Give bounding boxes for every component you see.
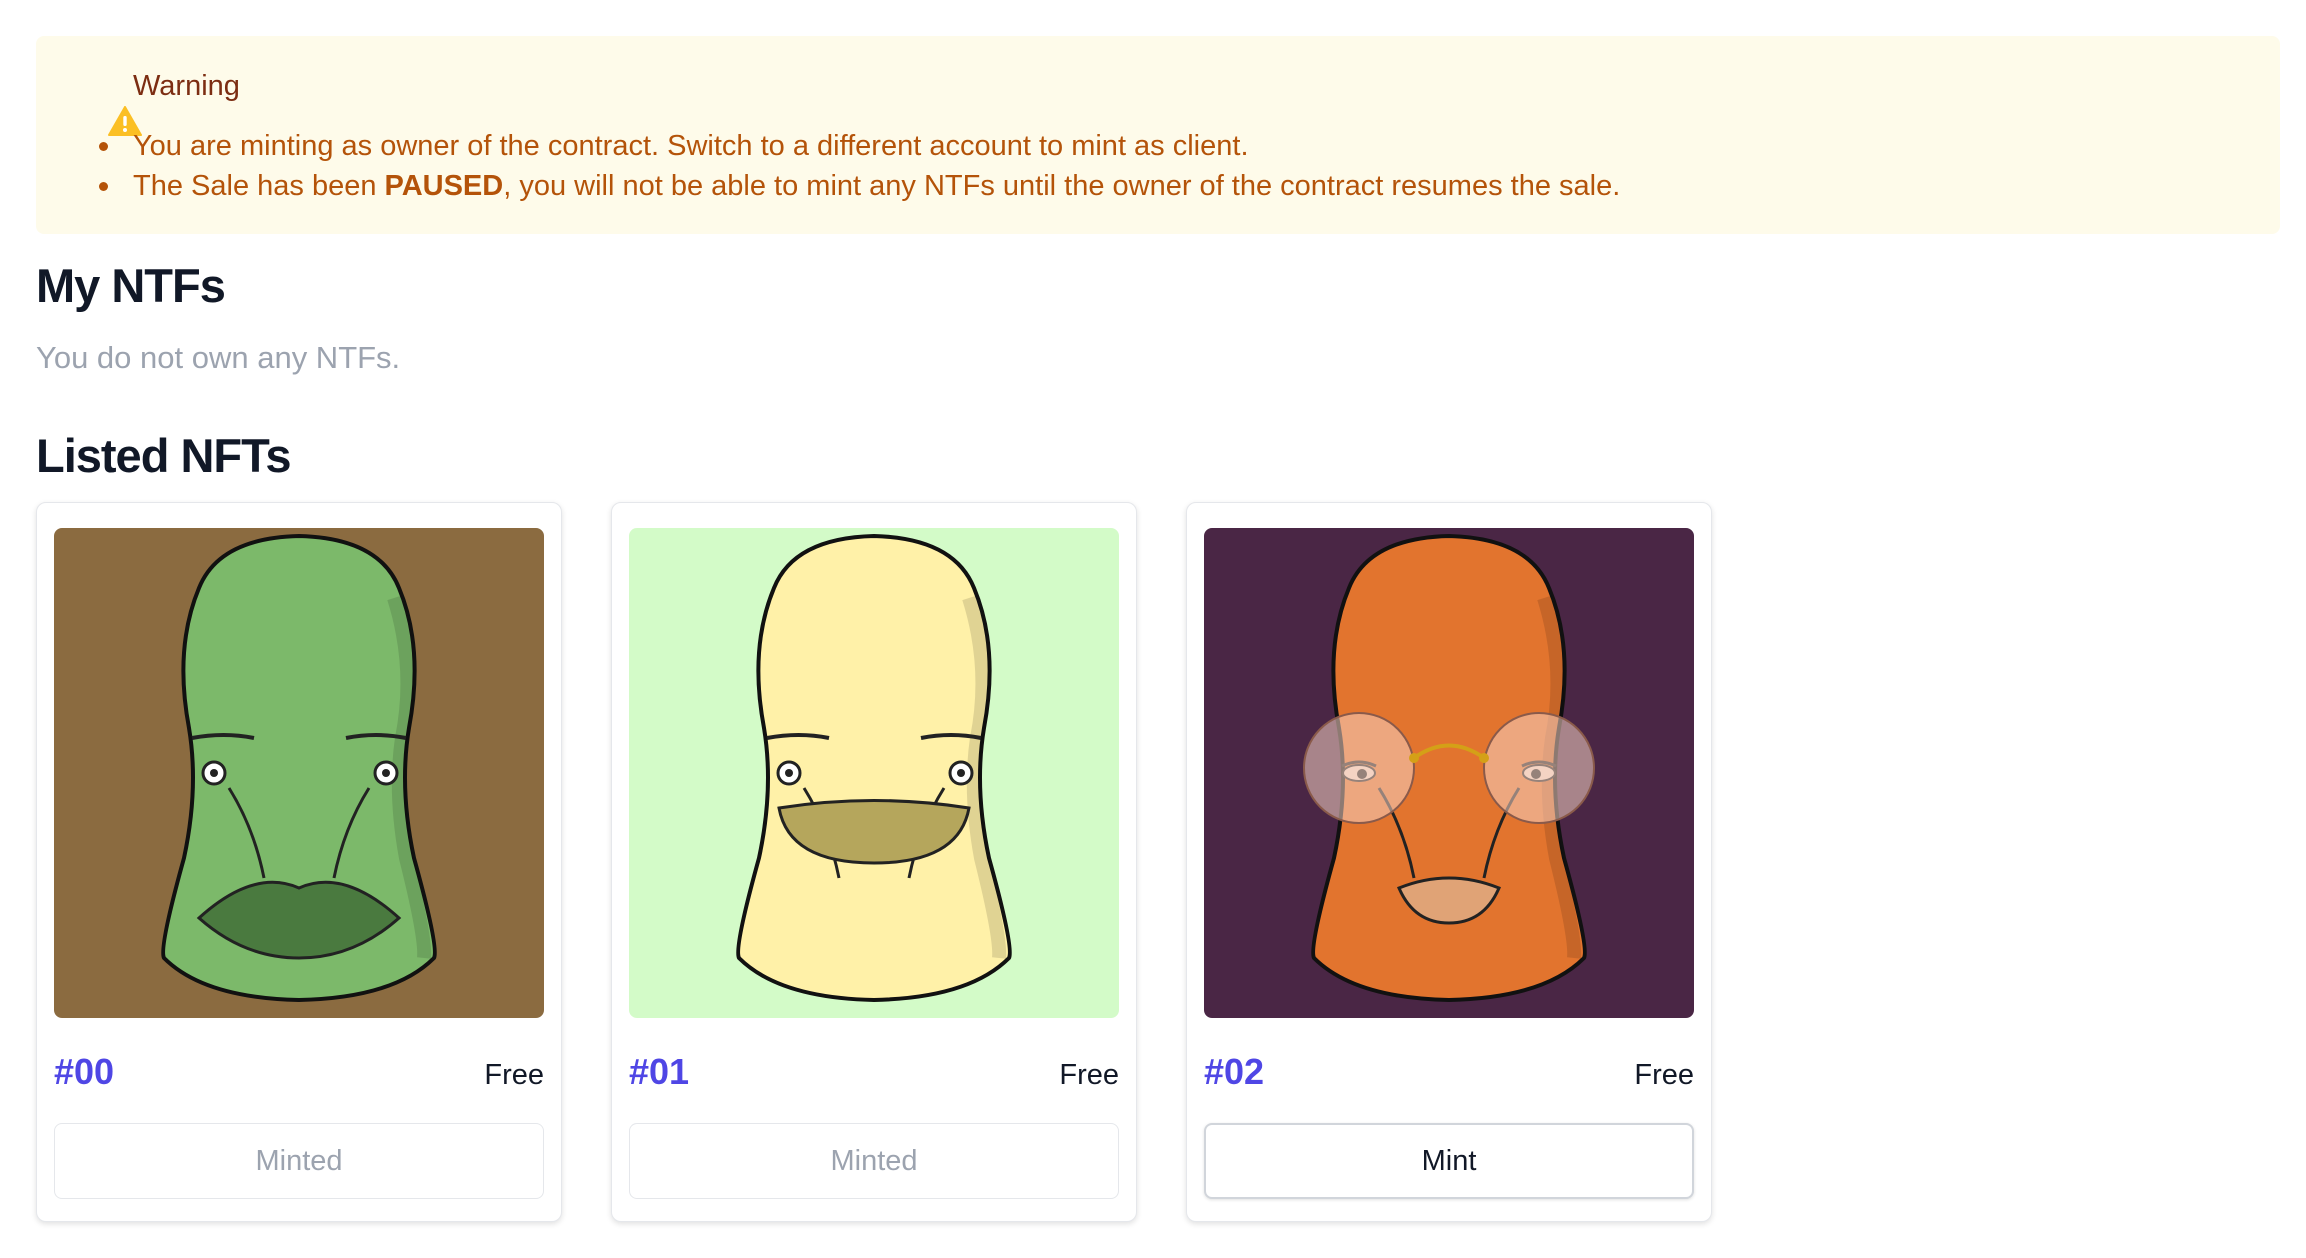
- nft-character: [1204, 528, 1694, 1018]
- warning-title: Warning: [133, 70, 240, 102]
- my-nfts-empty-text: You do not own any NTFs.: [36, 340, 401, 375]
- nft-price: Free: [1059, 1059, 1119, 1091]
- nft-image[interactable]: [629, 528, 1119, 1018]
- minted-button[interactable]: Minted: [629, 1123, 1119, 1199]
- warning-item-owner: You are minting as owner of the contract…: [97, 126, 1620, 166]
- nft-image[interactable]: [1204, 528, 1694, 1018]
- warning-list: You are minting as owner of the contract…: [97, 126, 1620, 206]
- minted-button[interactable]: Minted: [54, 1123, 544, 1199]
- nft-id: #00: [54, 1051, 115, 1092]
- nft-character: [54, 528, 544, 1018]
- nft-price: Free: [1634, 1059, 1694, 1091]
- page: Warning You are minting as owner of the …: [0, 0, 2306, 1258]
- nft-card-02: #02 Free Mint: [1186, 502, 1712, 1222]
- nft-card-01: #01 Free Minted: [611, 502, 1137, 1222]
- paused-label: PAUSED: [384, 170, 504, 202]
- nft-price: Free: [484, 1059, 544, 1091]
- listed-nfts-heading: Listed NFTs: [36, 429, 291, 482]
- mint-button[interactable]: Mint: [1204, 1123, 1694, 1199]
- nft-image[interactable]: [54, 528, 544, 1018]
- nft-character: [629, 528, 1119, 1018]
- nft-card-00: #00 Free Minted: [36, 502, 562, 1222]
- my-nfts-heading: My NTFs: [36, 259, 226, 312]
- warning-item-paused: The Sale has been PAUSED, you will not b…: [97, 166, 1620, 206]
- nft-id: #01: [629, 1051, 690, 1092]
- nft-id: #02: [1204, 1051, 1265, 1092]
